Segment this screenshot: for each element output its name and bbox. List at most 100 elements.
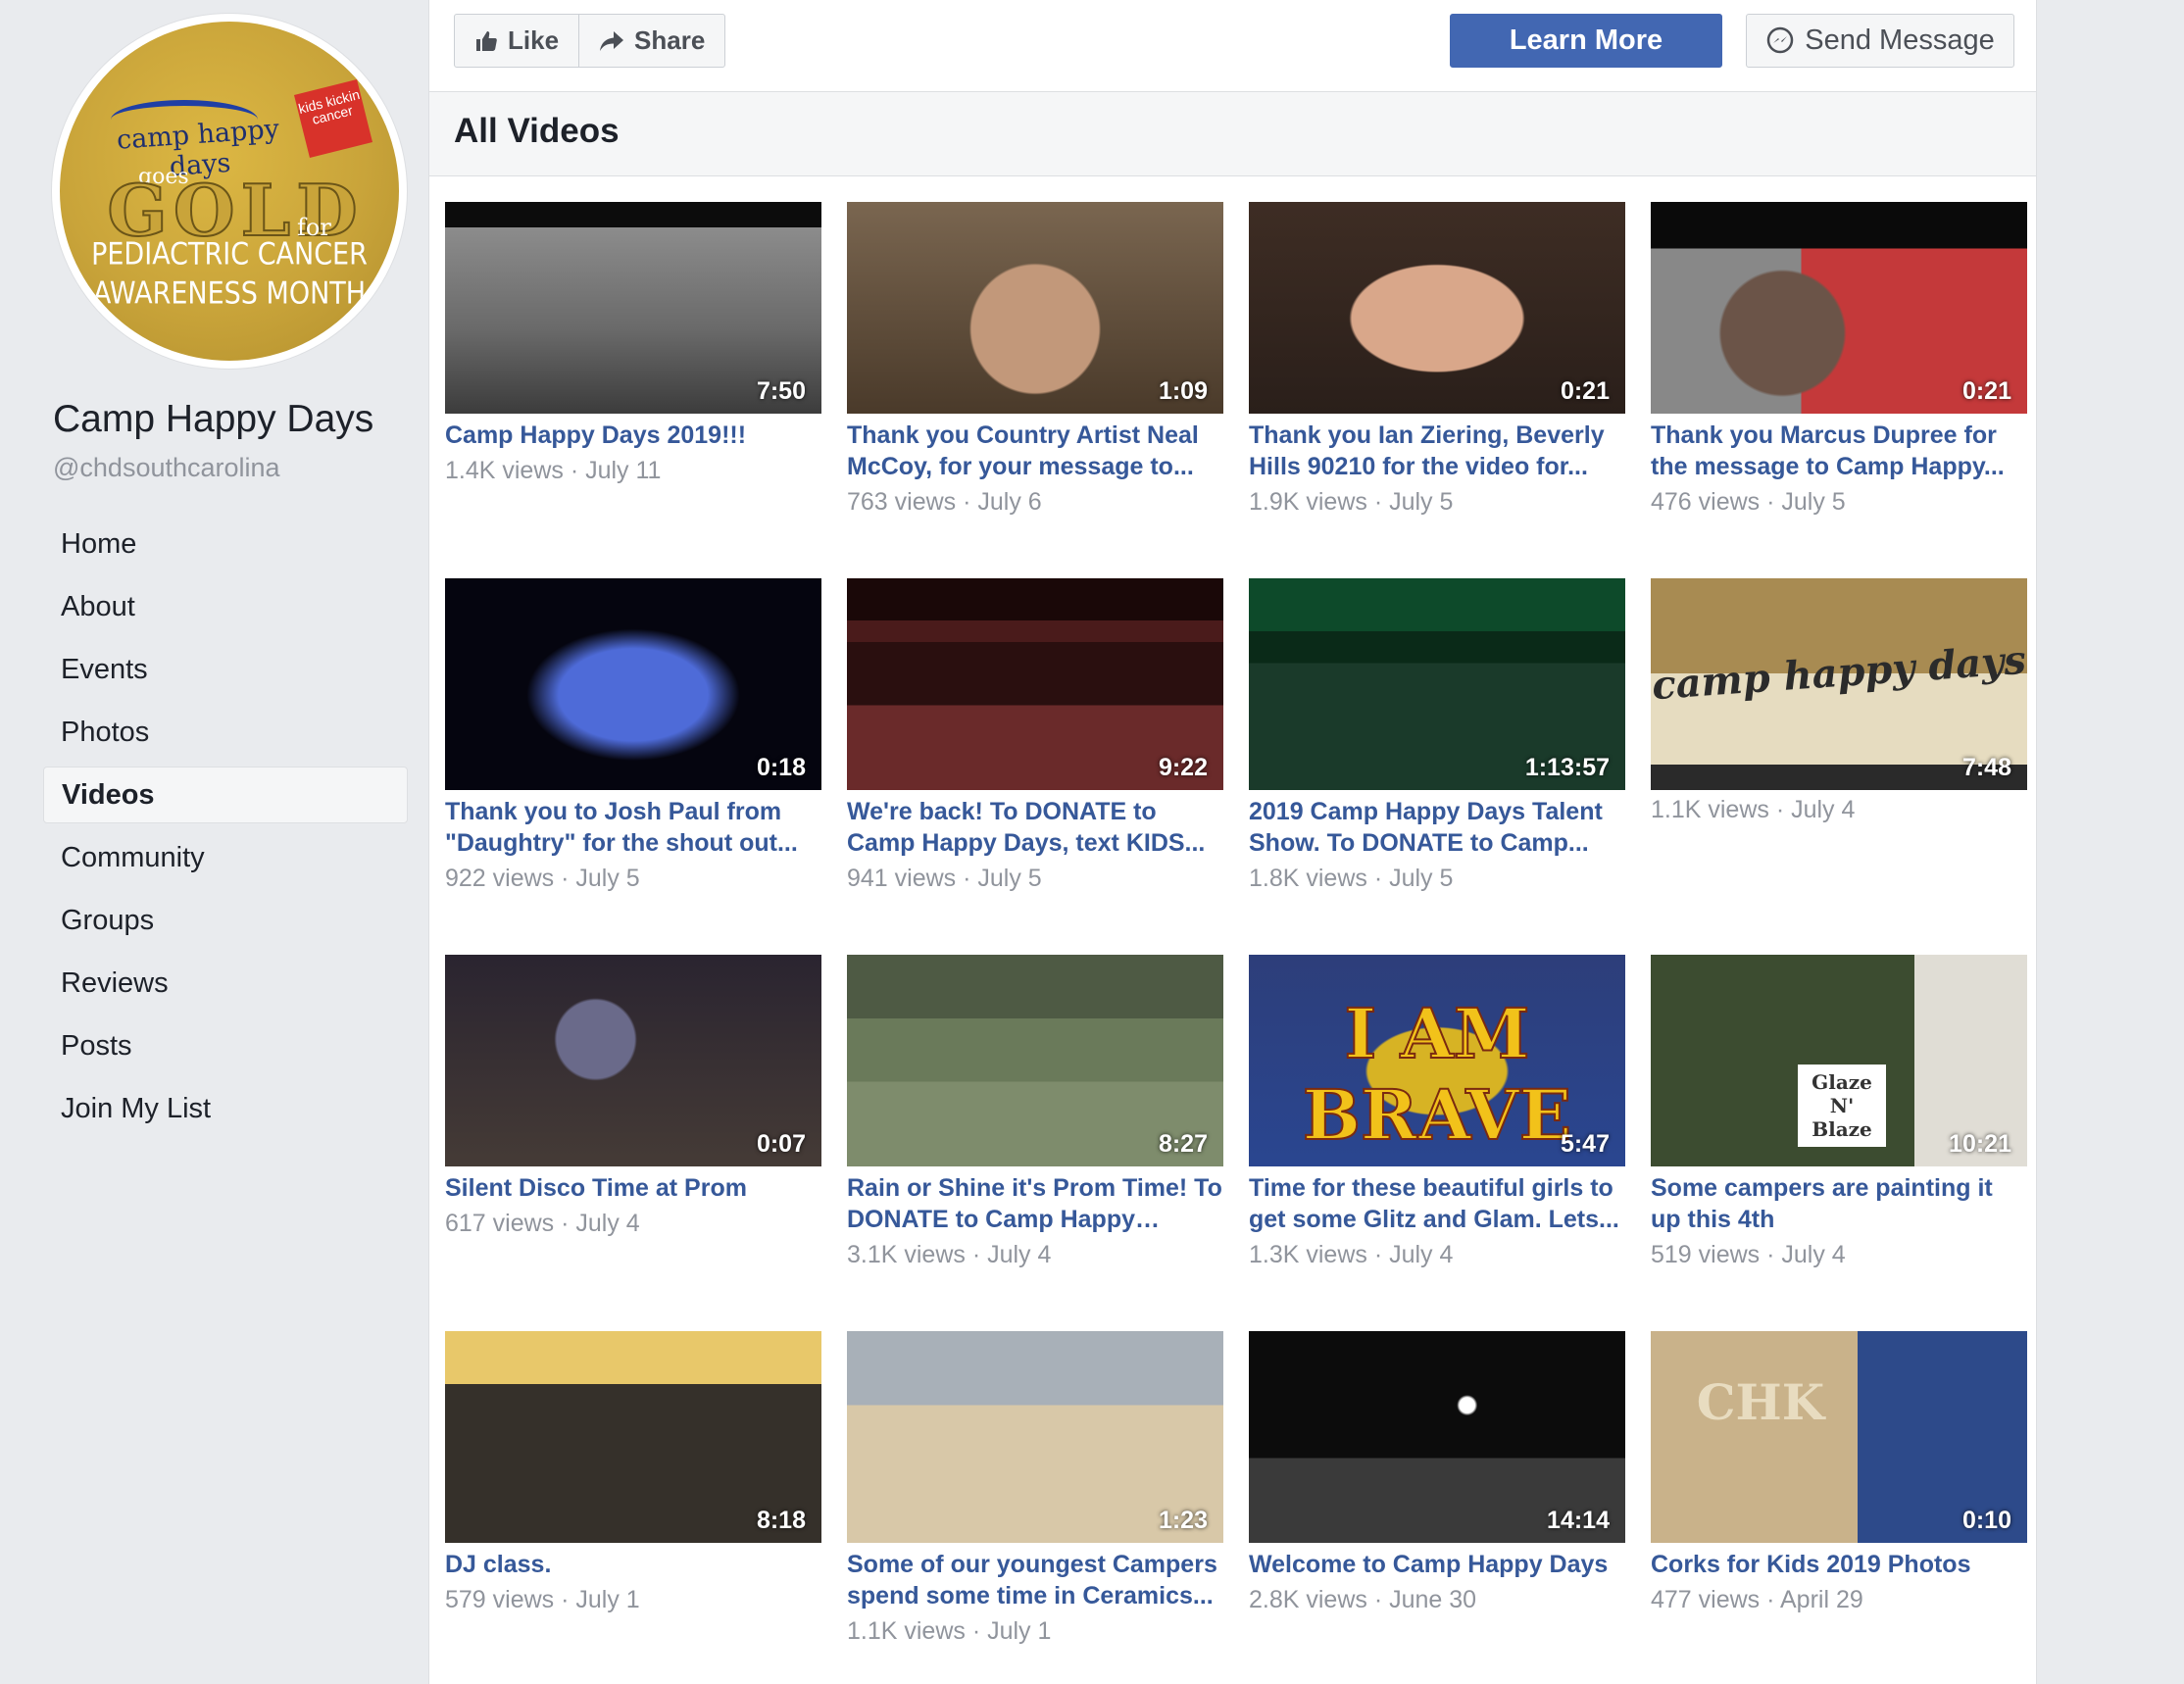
nav-item-reviews[interactable]: Reviews — [43, 955, 408, 1012]
video-card[interactable]: 1:13:57 2019 Camp Happy Days Talent Show.… — [1249, 578, 1625, 955]
video-thumbnail[interactable]: 1:13:57 — [1249, 578, 1625, 790]
video-card[interactable]: 7:50 Camp Happy Days 2019!!! 1.4K views · … — [445, 202, 821, 578]
video-duration: 0:21 — [1560, 377, 1610, 405]
main-content: Like Share Learn More Send Message All V… — [428, 0, 2037, 1684]
video-thumbnail[interactable]: 0:21 — [1651, 202, 2027, 414]
profile-logo: camp happy days kids kickin cancer goes … — [60, 22, 399, 361]
learn-more-button[interactable]: Learn More — [1450, 14, 1722, 68]
video-thumbnail[interactable]: 8:27 — [847, 955, 1223, 1166]
send-message-button[interactable]: Send Message — [1746, 14, 2014, 68]
video-duration: 0:21 — [1961, 377, 2011, 405]
video-thumbnail[interactable]: CHK 0:10 — [1651, 1331, 2027, 1543]
video-card[interactable]: 0:18 Thank you to Josh Paul from "Daughtr… — [445, 578, 821, 955]
video-title-link[interactable]: Thank you to Josh Paul from "Daughtry" f… — [445, 796, 821, 859]
video-title-link[interactable]: Camp Happy Days 2019!!! — [445, 420, 821, 451]
video-card[interactable]: 14:14 Welcome to Camp Happy Days 2.8K view… — [1249, 1331, 1625, 1684]
video-duration: 0:10 — [1961, 1507, 2011, 1534]
nav-item-about[interactable]: About — [43, 578, 408, 635]
nav-item-groups[interactable]: Groups — [43, 892, 408, 949]
video-title-link[interactable]: Silent Disco Time at Prom — [445, 1172, 821, 1204]
video-meta: 476 views · July 5 — [1651, 488, 1846, 516]
video-title-link[interactable]: Some of our youngest Campers spend some … — [847, 1549, 1223, 1611]
nav-item-videos[interactable]: Videos — [43, 767, 408, 823]
profile-picture[interactable]: camp happy days kids kickin cancer goes … — [52, 14, 407, 369]
video-meta: 1.1K views · July 1 — [847, 1617, 1052, 1645]
video-thumbnail[interactable]: 0:21 — [1249, 202, 1625, 414]
nav-item-photos[interactable]: Photos — [43, 704, 408, 761]
video-card[interactable]: 9:22 We're back! To DONATE to Camp Happy … — [847, 578, 1223, 955]
video-duration: 1:09 — [1158, 377, 1208, 405]
like-label: Like — [508, 25, 560, 55]
video-card[interactable]: 8:18 DJ class. 579 views · July 1 — [445, 1331, 821, 1684]
video-title-link[interactable]: Time for these beautiful girls to get so… — [1249, 1172, 1625, 1235]
video-meta: 2.8K views · June 30 — [1249, 1586, 1477, 1613]
logo-line-1: PEDIACTRIC CANCER — [91, 236, 368, 272]
video-thumbnail[interactable]: 0:07 — [445, 955, 821, 1166]
thumbnail-caption: camp happy days — [1651, 637, 2027, 710]
video-thumbnail[interactable]: 0:18 — [445, 578, 821, 790]
video-title-link[interactable]: Thank you Country Artist Neal McCoy, for… — [847, 420, 1223, 482]
messenger-icon — [1767, 26, 1794, 53]
video-title-link[interactable]: Some campers are painting it up this 4th — [1651, 1172, 2027, 1235]
video-duration: 0:18 — [756, 754, 806, 781]
video-thumbnail[interactable]: I AM BRAVE 5:47 — [1249, 955, 1625, 1166]
video-duration: 7:50 — [756, 377, 806, 405]
video-duration: 1:13:57 — [1524, 754, 1610, 781]
share-button[interactable]: Share — [578, 15, 724, 67]
videos-panel: All Videos 7:50 Camp Happy Days 2019!!! 1.… — [428, 92, 2037, 1684]
nav-item-join-my-list[interactable]: Join My List — [43, 1080, 408, 1137]
video-duration: 0:07 — [756, 1130, 806, 1158]
video-card[interactable]: camp happy days 7:48 1.1K views · July 4 — [1651, 578, 2027, 955]
video-meta: 617 views · July 4 — [445, 1210, 640, 1237]
nav-item-home[interactable]: Home — [43, 516, 408, 572]
video-title-link[interactable]: Corks for Kids 2019 Photos — [1651, 1549, 2027, 1580]
like-share-group: Like Share — [454, 14, 726, 68]
share-label: Share — [634, 25, 706, 55]
video-card[interactable]: 0:21 Thank you Ian Ziering, Beverly Hills… — [1249, 202, 1625, 578]
video-thumbnail[interactable]: 1:09 — [847, 202, 1223, 414]
video-title-link[interactable]: Welcome to Camp Happy Days — [1249, 1549, 1625, 1580]
video-card[interactable]: 1:23 Some of our youngest Campers spend s… — [847, 1331, 1223, 1684]
video-card[interactable]: 0:07 Silent Disco Time at Prom 617 views ·… — [445, 955, 821, 1331]
video-card[interactable]: Glaze N' Blaze 10:21 Some campers are pain… — [1651, 955, 2027, 1331]
video-thumbnail[interactable]: 14:14 — [1249, 1331, 1625, 1543]
video-meta: 1.4K views · July 11 — [445, 457, 662, 484]
video-duration: 7:48 — [1961, 754, 2011, 781]
video-title-link[interactable]: Thank you Ian Ziering, Beverly Hills 902… — [1249, 420, 1625, 482]
video-title-link[interactable]: Thank you Marcus Dupree for the message … — [1651, 420, 2027, 482]
video-thumbnail[interactable]: 1:23 — [847, 1331, 1223, 1543]
video-thumbnail[interactable]: Glaze N' Blaze 10:21 — [1651, 955, 2027, 1166]
page-nav: Home About Events Photos Videos Community Grou… — [43, 516, 408, 1143]
nav-item-posts[interactable]: Posts — [43, 1017, 408, 1074]
share-arrow-icon — [600, 30, 624, 51]
video-duration: 9:22 — [1158, 754, 1208, 781]
video-card[interactable]: 8:27 Rain or Shine it's Prom Time! To DON… — [847, 955, 1223, 1331]
video-duration: 14:14 — [1547, 1507, 1610, 1534]
video-meta: 1.9K views · July 5 — [1249, 488, 1454, 516]
thumbnail-caption: Glaze N' Blaze — [1798, 1065, 1886, 1148]
video-title-link[interactable]: We're back! To DONATE to Camp Happy Days… — [847, 796, 1223, 859]
video-title-link[interactable]: 2019 Camp Happy Days Talent Show. To DON… — [1249, 796, 1625, 859]
video-thumbnail[interactable]: 9:22 — [847, 578, 1223, 790]
nav-item-community[interactable]: Community — [43, 829, 408, 886]
video-thumbnail[interactable]: 8:18 — [445, 1331, 821, 1543]
video-grid: 7:50 Camp Happy Days 2019!!! 1.4K views · … — [445, 202, 2033, 1684]
video-meta: 579 views · July 1 — [445, 1586, 640, 1613]
video-thumbnail[interactable]: 7:50 — [445, 202, 821, 414]
video-thumbnail[interactable]: camp happy days 7:48 — [1651, 578, 2027, 790]
video-card[interactable]: 1:09 Thank you Country Artist Neal McCoy,… — [847, 202, 1223, 578]
video-duration: 10:21 — [1949, 1130, 2011, 1158]
video-card[interactable]: CHK 0:10 Corks for Kids 2019 Photos 477 vie… — [1651, 1331, 2027, 1684]
thumbs-up-icon — [476, 30, 497, 51]
video-card[interactable]: 0:21 Thank you Marcus Dupree for the mess… — [1651, 202, 2027, 578]
nav-item-events[interactable]: Events — [43, 641, 408, 698]
page-handle[interactable]: @chdsouthcarolina — [53, 453, 280, 483]
video-card[interactable]: I AM BRAVE 5:47 Time for these beautiful g… — [1249, 955, 1625, 1331]
video-title-link[interactable]: Rain or Shine it's Prom Time! To DONATE … — [847, 1172, 1223, 1235]
page-name[interactable]: Camp Happy Days — [53, 398, 373, 441]
video-meta: 1.8K views · July 5 — [1249, 865, 1454, 892]
video-meta: 941 views · July 5 — [847, 865, 1042, 892]
video-meta: 519 views · July 4 — [1651, 1241, 1846, 1268]
like-button[interactable]: Like — [455, 15, 578, 67]
video-title-link[interactable]: DJ class. — [445, 1549, 821, 1580]
